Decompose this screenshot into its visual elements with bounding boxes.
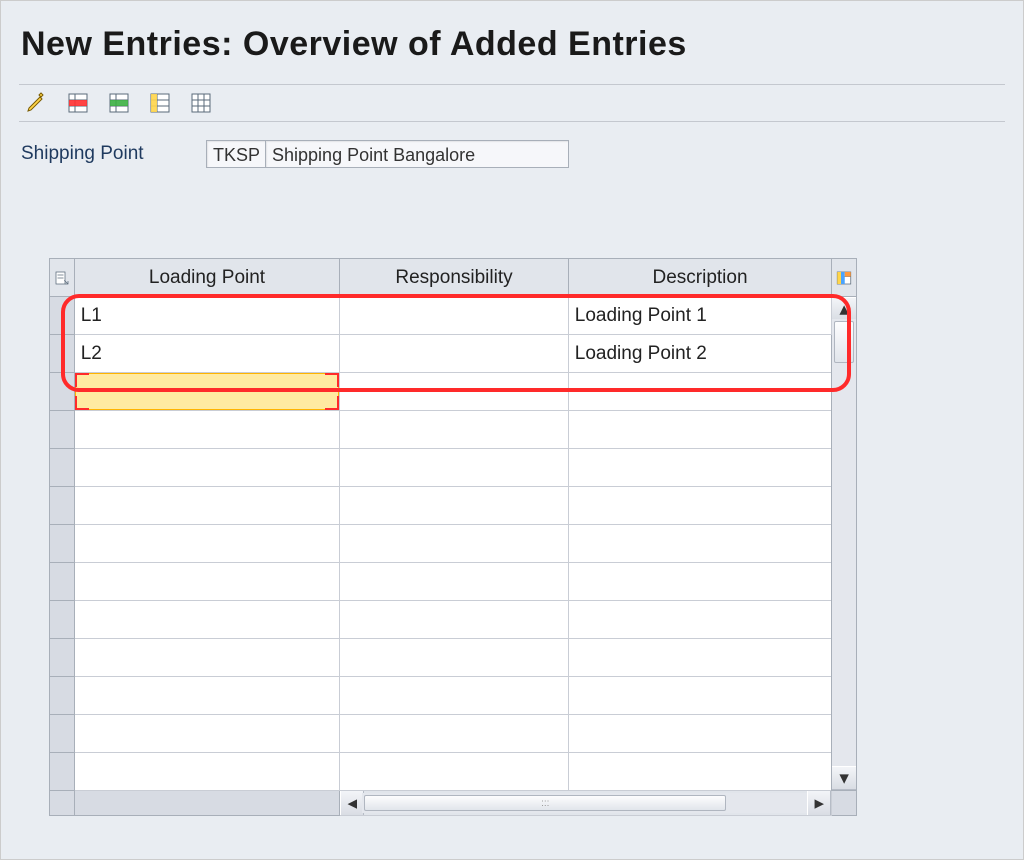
cell-loading-point[interactable] (74, 563, 340, 601)
table-row: L1Loading Point 1▴▾ (50, 297, 857, 335)
cell-loading-point[interactable]: L2 (74, 335, 340, 373)
row-selector[interactable] (50, 297, 75, 335)
page-title: New Entries: Overview of Added Entries (21, 25, 1005, 64)
shipping-point-code-input[interactable]: TKSP (206, 140, 266, 168)
cell-responsibility[interactable] (340, 411, 569, 449)
scroll-right-icon[interactable]: ▸ (807, 791, 831, 815)
table-settings-header[interactable] (832, 259, 857, 297)
horizontal-scrollbar-cell: ◂:::▸ (340, 791, 832, 816)
edit-icon[interactable] (25, 91, 49, 115)
table-row (50, 449, 857, 487)
table-row (50, 411, 857, 449)
cell-loading-point[interactable]: L1 (74, 297, 340, 335)
cell-responsibility[interactable] (340, 373, 569, 411)
table-row (50, 639, 857, 677)
col-loading-point[interactable]: Loading Point (74, 259, 340, 297)
vertical-scrollbar[interactable]: ▴▾ (832, 297, 856, 790)
row-selector[interactable] (50, 601, 75, 639)
cell-loading-point[interactable] (74, 449, 340, 487)
scroll-thumb[interactable]: ::: (364, 795, 726, 811)
vertical-scrollbar-cell: ▴▾ (832, 297, 857, 791)
table-container: Loading Point Responsibility Description… (49, 258, 881, 816)
table-row (50, 525, 857, 563)
table-row: L2 Loading Point 2 (50, 335, 857, 373)
cell-loading-point[interactable] (74, 753, 340, 791)
row-selector[interactable] (50, 563, 75, 601)
cell-loading-point[interactable] (74, 639, 340, 677)
row-selector[interactable] (50, 411, 75, 449)
horizontal-scrollbar[interactable]: ◂:::▸ (340, 791, 831, 815)
table-row (50, 487, 857, 525)
cell-description[interactable] (568, 411, 832, 449)
cell-description[interactable] (568, 753, 832, 791)
cell-description[interactable] (568, 639, 832, 677)
cell-responsibility[interactable] (340, 297, 569, 335)
cell-description[interactable] (568, 601, 832, 639)
cell-responsibility[interactable] (340, 525, 569, 563)
scroll-down-icon[interactable]: ▾ (832, 766, 856, 790)
cell-loading-point[interactable] (74, 677, 340, 715)
table-row (50, 373, 857, 411)
cell-responsibility[interactable] (340, 487, 569, 525)
scroll-up-icon[interactable]: ▴ (832, 297, 856, 321)
table-row (50, 677, 857, 715)
shipping-point-desc-field: Shipping Point Bangalore (265, 140, 569, 168)
row-selector[interactable] (50, 487, 75, 525)
row-selector[interactable] (50, 715, 75, 753)
cell-description[interactable] (568, 487, 832, 525)
cell-responsibility[interactable] (340, 449, 569, 487)
cell-loading-point[interactable] (74, 487, 340, 525)
row-selector[interactable] (50, 373, 75, 411)
row-selector[interactable] (50, 753, 75, 791)
row-selector[interactable] (50, 639, 75, 677)
table-structure-icon[interactable] (189, 91, 213, 115)
row-selector[interactable] (50, 335, 75, 373)
row-selector[interactable] (50, 677, 75, 715)
cell-description[interactable] (568, 715, 832, 753)
table-insert-row-icon[interactable] (107, 91, 131, 115)
col-responsibility[interactable]: Responsibility (340, 259, 569, 297)
toolbar (19, 84, 1005, 122)
app-window: New Entries: Overview of Added Entries S… (0, 0, 1024, 860)
cell-responsibility[interactable] (340, 335, 569, 373)
scroll-thumb[interactable] (834, 321, 854, 363)
table-delete-row-icon[interactable] (66, 91, 90, 115)
col-description[interactable]: Description (568, 259, 832, 297)
row-selector (50, 791, 75, 816)
cell-description[interactable] (568, 449, 832, 487)
cell-loading-point[interactable] (74, 525, 340, 563)
table-row (50, 715, 857, 753)
table-select-row-icon[interactable] (148, 91, 172, 115)
row-selector[interactable] (50, 525, 75, 563)
cell-responsibility[interactable] (340, 639, 569, 677)
loading-points-table: Loading Point Responsibility Description… (49, 258, 857, 816)
cell-description[interactable]: Loading Point 2 (568, 335, 832, 373)
cell-responsibility[interactable] (340, 753, 569, 791)
select-all-header[interactable] (50, 259, 75, 297)
cell-responsibility[interactable] (340, 715, 569, 753)
cell-loading-point[interactable] (74, 601, 340, 639)
table-row (50, 753, 857, 791)
cell-description[interactable] (568, 677, 832, 715)
cell-responsibility[interactable] (340, 601, 569, 639)
row-selector[interactable] (50, 449, 75, 487)
cell-loading-point[interactable] (74, 411, 340, 449)
cell-description[interactable]: Loading Point 1 (568, 297, 832, 335)
cell-description[interactable] (568, 373, 832, 411)
cell-responsibility[interactable] (340, 677, 569, 715)
table-row (50, 563, 857, 601)
cell-description[interactable] (568, 563, 832, 601)
scroll-left-icon[interactable]: ◂ (340, 791, 364, 815)
table-header-row: Loading Point Responsibility Description (50, 259, 857, 297)
cell-loading-point[interactable] (74, 373, 340, 411)
cell-description[interactable] (568, 525, 832, 563)
shipping-point-row: Shipping Point TKSPShipping Point Bangal… (21, 140, 1005, 168)
table-row (50, 601, 857, 639)
shipping-point-label: Shipping Point (21, 143, 201, 165)
cell-loading-point[interactable] (74, 715, 340, 753)
cell-responsibility[interactable] (340, 563, 569, 601)
horizontal-scrollbar-row: ◂:::▸ (50, 791, 857, 816)
